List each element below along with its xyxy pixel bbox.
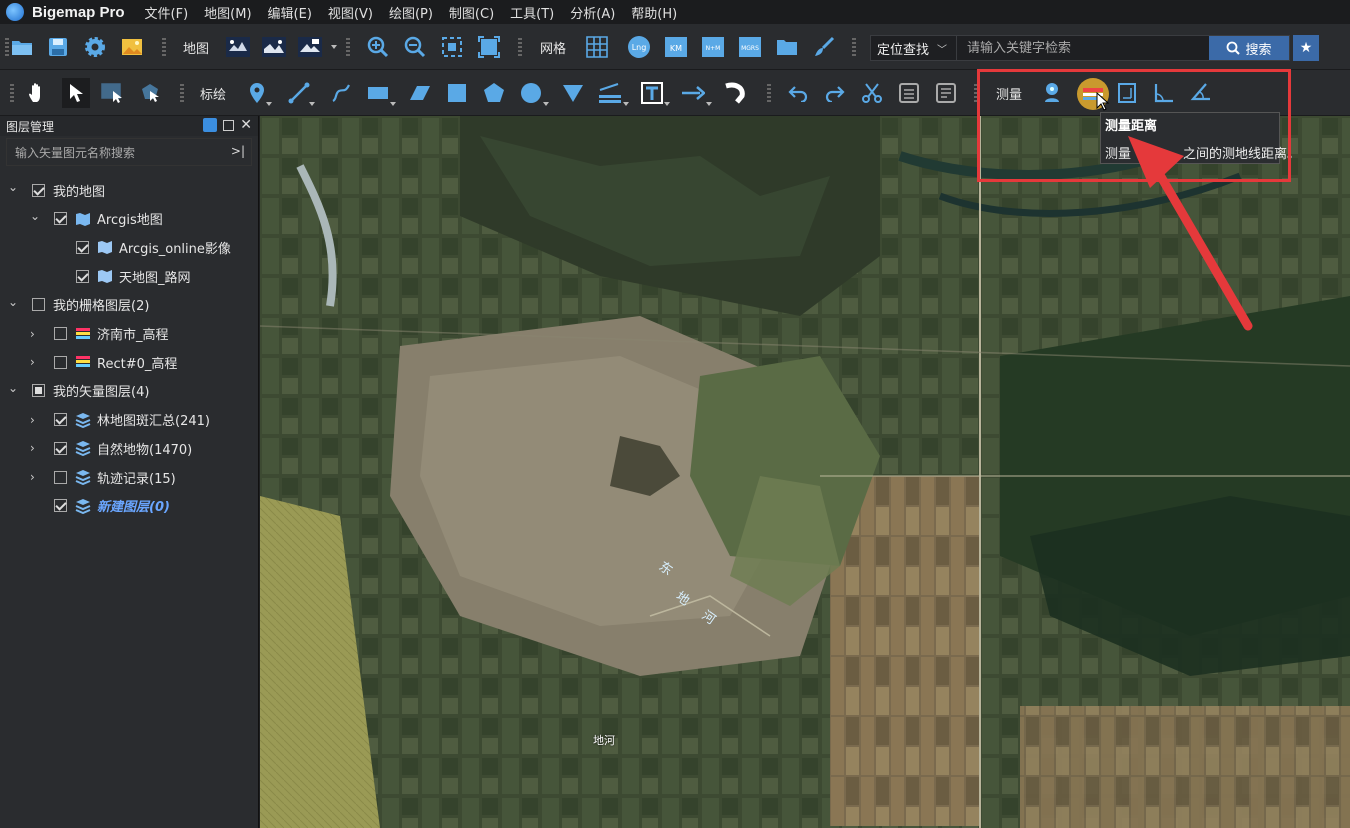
mouse-cursor-icon	[1096, 92, 1110, 111]
annotation-arrow-icon	[1128, 136, 1253, 331]
